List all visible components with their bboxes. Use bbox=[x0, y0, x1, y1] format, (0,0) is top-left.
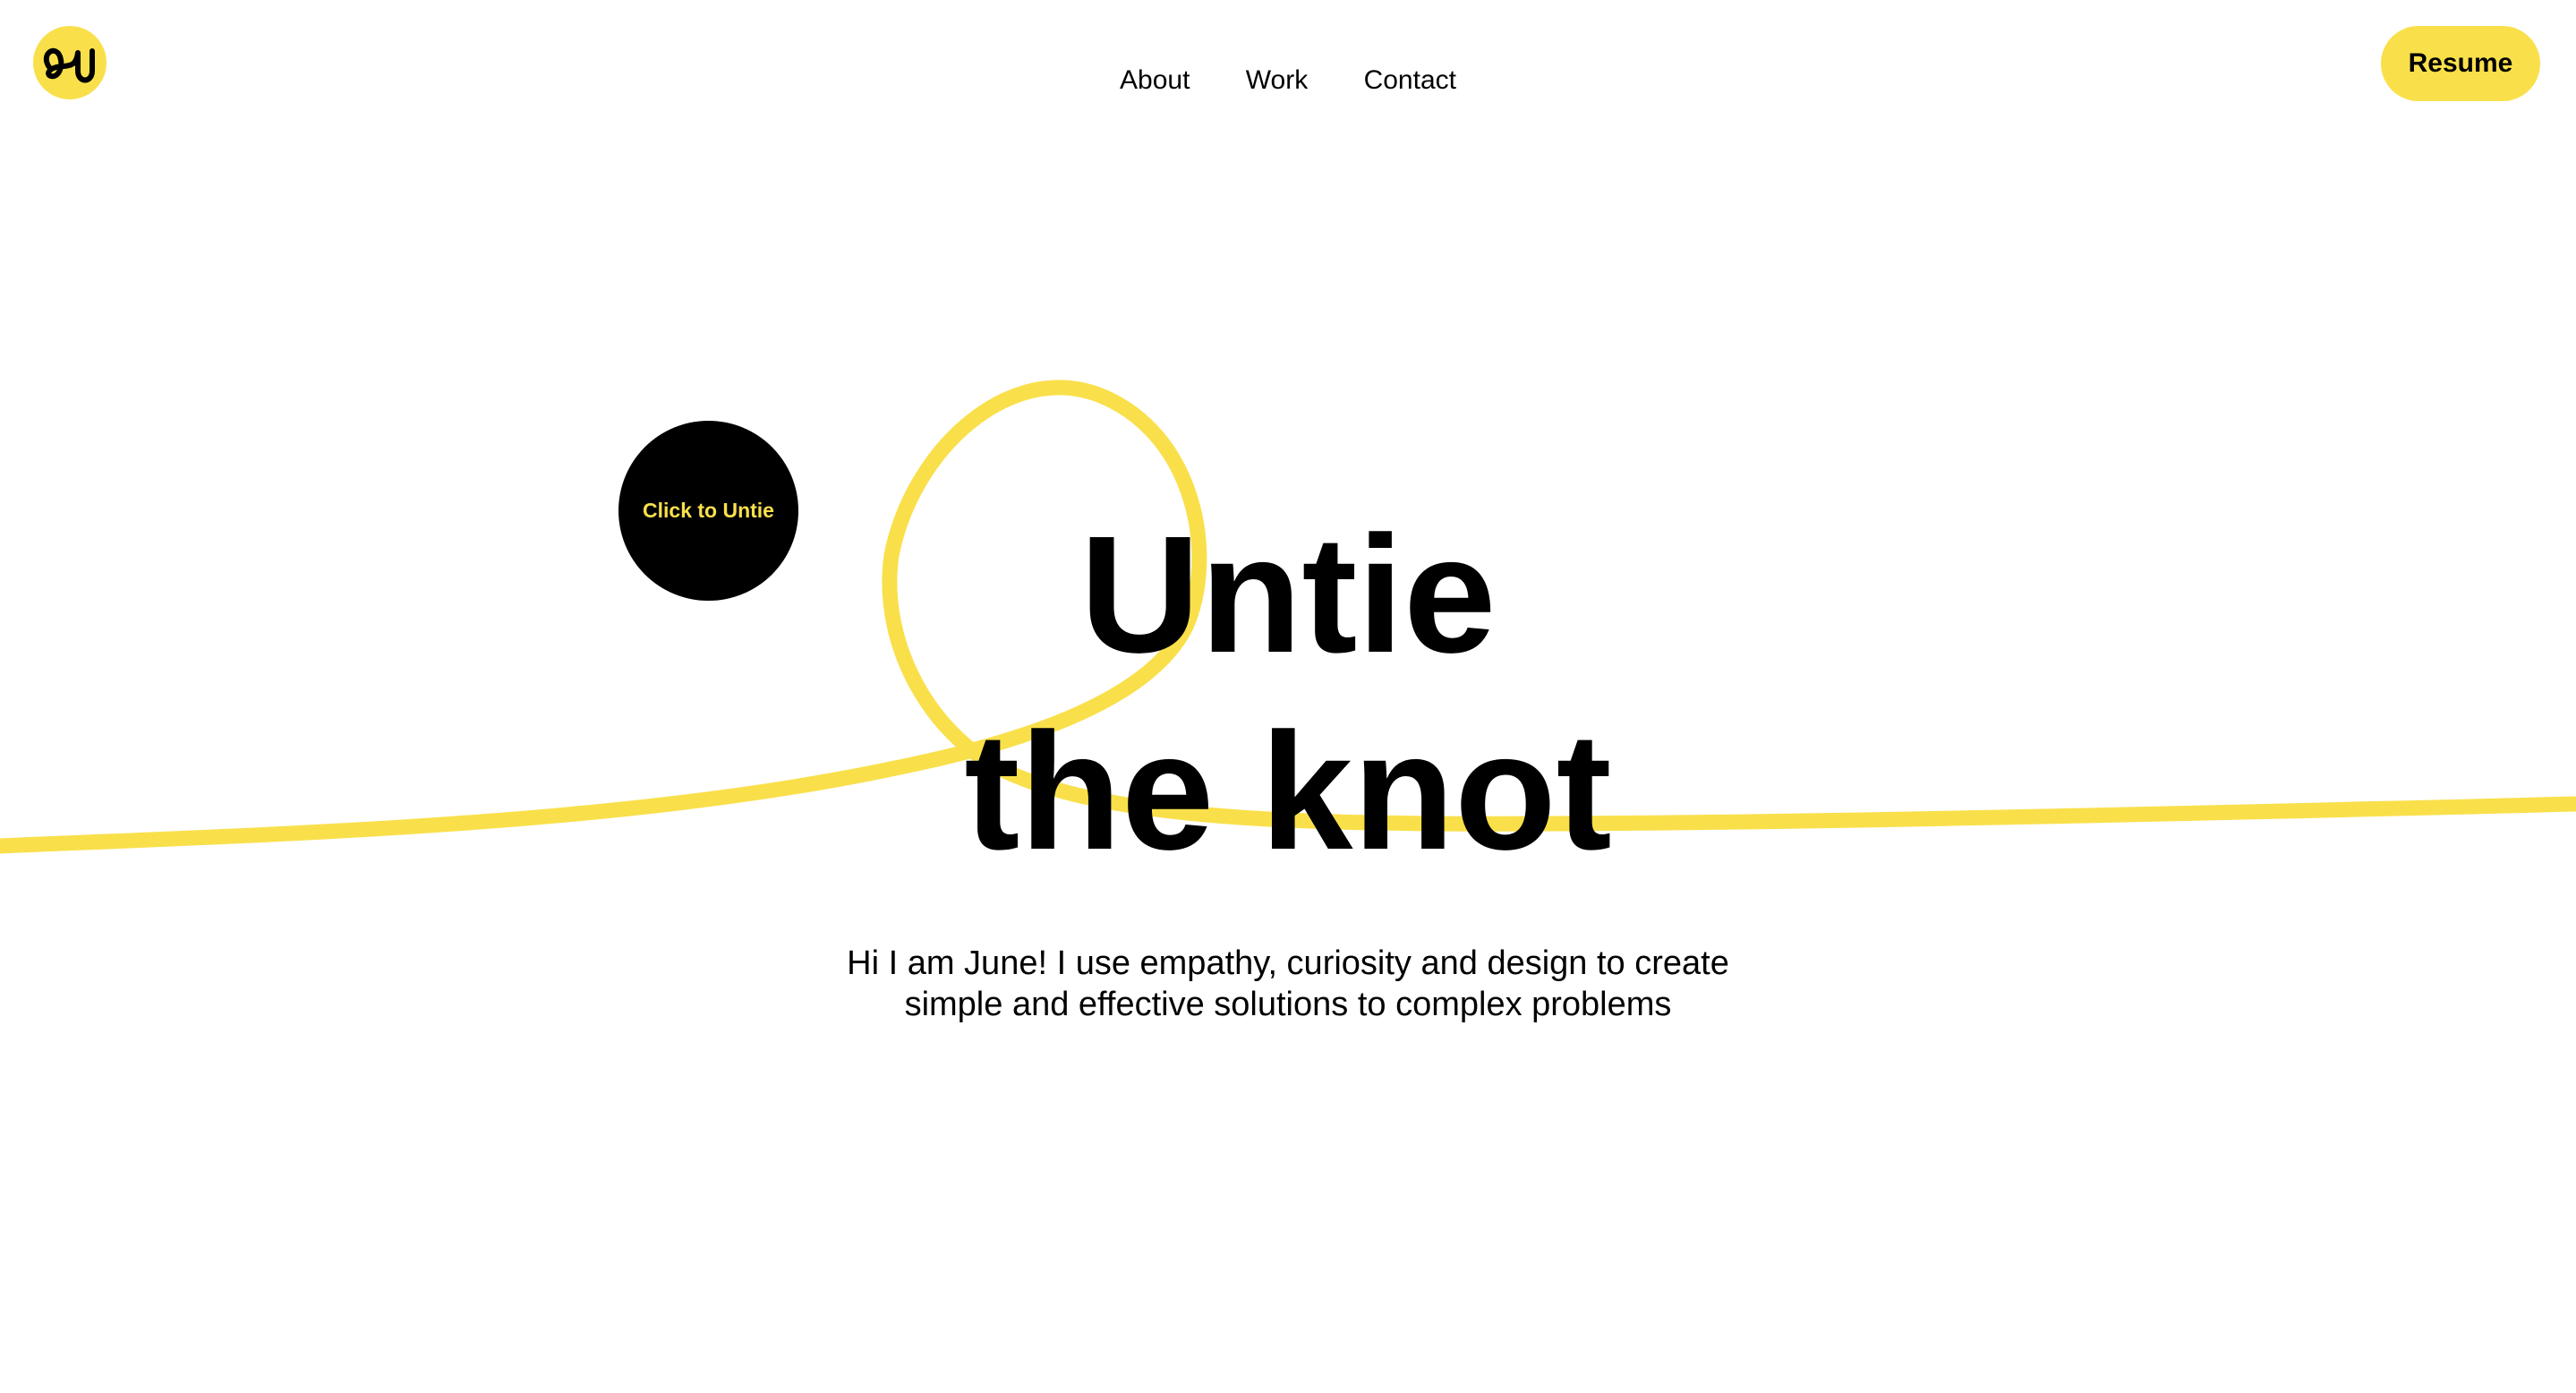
hero-title-line-1: Untie bbox=[1079, 502, 1497, 688]
main-nav: About Work Contact bbox=[0, 61, 2576, 100]
page: About Work Contact Resume Click to Untie… bbox=[0, 0, 2576, 1393]
nav-link-contact[interactable]: Contact bbox=[1364, 61, 1456, 100]
nav-link-work[interactable]: Work bbox=[1246, 61, 1308, 100]
hero-title: Untie the knot bbox=[0, 497, 2576, 891]
resume-button[interactable]: Resume bbox=[2381, 26, 2540, 101]
hero-subtitle-line-1: Hi I am June! I use empathy, curiosity a… bbox=[847, 944, 1729, 982]
nav-link-about[interactable]: About bbox=[1120, 61, 1190, 100]
hero-subtitle: Hi I am June! I use empathy, curiosity a… bbox=[0, 943, 2576, 1025]
hero-subtitle-line-2: simple and effective solutions to comple… bbox=[904, 986, 1672, 1023]
hero-title-line-2: the knot bbox=[964, 699, 1612, 885]
